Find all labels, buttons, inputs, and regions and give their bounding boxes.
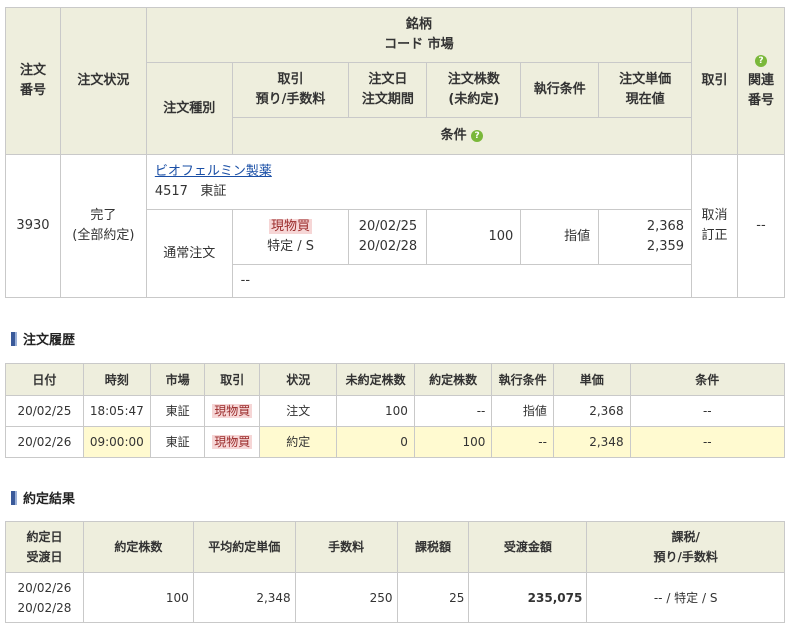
modify-link[interactable]: 訂正 xyxy=(692,226,737,246)
header-order-no: 注文 番号 xyxy=(5,7,61,155)
header-related-no: ? 関連 番号 xyxy=(736,7,786,155)
history-exec-condition: -- xyxy=(491,426,554,458)
history-header-status: 状況 xyxy=(259,363,338,396)
result-qty: 100 xyxy=(82,572,194,623)
trade-type-badge: 現物買 xyxy=(269,219,313,234)
related-number: -- xyxy=(736,154,786,298)
result-section-title: 約定結果 xyxy=(11,491,75,507)
history-unexecuted-qty: 0 xyxy=(336,426,415,458)
order-condition: -- xyxy=(231,264,693,298)
history-condition: -- xyxy=(629,395,786,427)
header-stock: 銘柄 コード 市場 xyxy=(145,7,693,63)
history-status: 約定 xyxy=(259,426,338,458)
trade-info: 現物買 特定 / S xyxy=(231,209,350,265)
header-order-price: 注文単価 現在値 xyxy=(598,62,693,118)
order-dates: 20/02/25 20/02/28 xyxy=(348,209,428,265)
history-executed-qty: -- xyxy=(413,395,493,427)
order-detail-table: 注文 番号 注文状況 銘柄 コード 市場 取引 ? 関連 番号 注文種別 取引 預り/手… xyxy=(5,7,786,298)
history-time: 18:05:47 xyxy=(82,395,151,427)
history-time: 09:00:00 xyxy=(82,426,151,458)
cancel-link[interactable]: 取消 xyxy=(692,206,737,226)
execution-result-table: 約定日 受渡日 約定株数 平均約定単価 手数料 課税額 受渡金額 課税/預り/手数… xyxy=(5,521,785,623)
result-avg-price: 2,348 xyxy=(192,572,296,623)
history-trade: 現物買 xyxy=(204,395,261,427)
order-type: 通常注文 xyxy=(145,209,233,298)
stock-market: 東証 xyxy=(200,184,227,199)
order-history-table: 日付 時刻 市場 取引 状況 未約定株数 約定株数 執行条件 単価 条件 20/… xyxy=(5,363,786,458)
history-header-price: 単価 xyxy=(552,363,631,396)
history-executed-qty: 100 xyxy=(413,426,493,458)
history-header-trade: 取引 xyxy=(204,363,261,396)
order-prices: 2,368 2,359 xyxy=(598,209,693,265)
header-order-type: 注文種別 xyxy=(145,62,233,155)
result-amount: 235,075 xyxy=(468,572,588,623)
action-cell: 取消 訂正 xyxy=(691,154,738,298)
history-market: 東証 xyxy=(149,395,206,427)
header-trade: 取引 預り/手数料 xyxy=(231,62,350,118)
history-status: 注文 xyxy=(259,395,338,427)
order-status: 完了 (全部約定) xyxy=(59,154,147,298)
order-number: 3930 xyxy=(5,154,61,298)
history-header-time: 時刻 xyxy=(82,363,151,396)
result-header-avg-price: 平均約定単価 xyxy=(192,521,296,573)
history-header-unexecuted-qty: 未約定株数 xyxy=(336,363,415,396)
result-header-dates: 約定日 受渡日 xyxy=(5,521,84,573)
result-tax: 25 xyxy=(396,572,470,623)
history-header-date: 日付 xyxy=(5,363,84,396)
header-order-qty: 注文株数 (未約定) xyxy=(426,62,522,118)
result-header-amount: 受渡金額 xyxy=(468,521,588,573)
result-header-fee: 手数料 xyxy=(294,521,398,573)
result-header-qty: 約定株数 xyxy=(82,521,194,573)
header-order-status: 注文状況 xyxy=(59,7,147,155)
history-price: 2,348 xyxy=(552,426,631,458)
result-taxation: -- / 特定 / S xyxy=(586,572,785,623)
trade-type-badge: 現物買 xyxy=(212,435,253,449)
result-header-taxation: 課税/預り/手数料 xyxy=(586,521,785,573)
stock-code: 4517 xyxy=(154,184,188,199)
result-header-tax: 課税額 xyxy=(396,521,470,573)
result-dates: 20/02/26 20/02/28 xyxy=(5,572,84,623)
history-market: 東証 xyxy=(149,426,206,458)
section-marker-icon xyxy=(11,491,17,505)
header-exec-condition: 執行条件 xyxy=(520,62,600,118)
history-header-condition: 条件 xyxy=(629,363,786,396)
header-order-date: 注文日 注文期間 xyxy=(348,62,428,118)
history-condition: -- xyxy=(629,426,786,458)
history-exec-condition: 指値 xyxy=(491,395,554,427)
history-header-market: 市場 xyxy=(149,363,206,396)
table-row: 20/02/26 09:00:00 東証 現物買 約定 0 100 -- 2,3… xyxy=(5,426,786,458)
stock-name-link[interactable]: ビオフェルミン製薬 xyxy=(155,164,272,179)
history-date: 20/02/26 xyxy=(5,426,84,458)
trade-type-badge: 現物買 xyxy=(212,404,253,418)
section-marker-icon xyxy=(11,332,17,346)
exec-condition: 指値 xyxy=(520,209,600,265)
history-trade: 現物買 xyxy=(204,426,261,458)
help-icon[interactable]: ? xyxy=(754,54,767,67)
history-section-title: 注文履歴 xyxy=(11,332,75,348)
header-action: 取引 xyxy=(691,7,738,155)
order-quantity: 100 xyxy=(426,209,522,265)
table-row: 20/02/25 18:05:47 東証 現物買 注文 100 -- 指値 2,… xyxy=(5,395,786,427)
stock-info: ビオフェルミン製薬 4517 東証 xyxy=(145,154,693,210)
account-type: 特定 / S xyxy=(267,239,314,254)
header-condition: 条件 ? xyxy=(231,117,693,155)
history-date: 20/02/25 xyxy=(5,395,84,427)
history-unexecuted-qty: 100 xyxy=(336,395,415,427)
result-fee: 250 xyxy=(294,572,398,623)
history-header-executed-qty: 約定株数 xyxy=(413,363,493,396)
help-icon[interactable]: ? xyxy=(471,129,484,142)
table-row: 20/02/26 20/02/28 100 2,348 250 25 235,07… xyxy=(5,572,785,623)
history-header-exec-condition: 執行条件 xyxy=(491,363,554,396)
history-price: 2,368 xyxy=(552,395,631,427)
